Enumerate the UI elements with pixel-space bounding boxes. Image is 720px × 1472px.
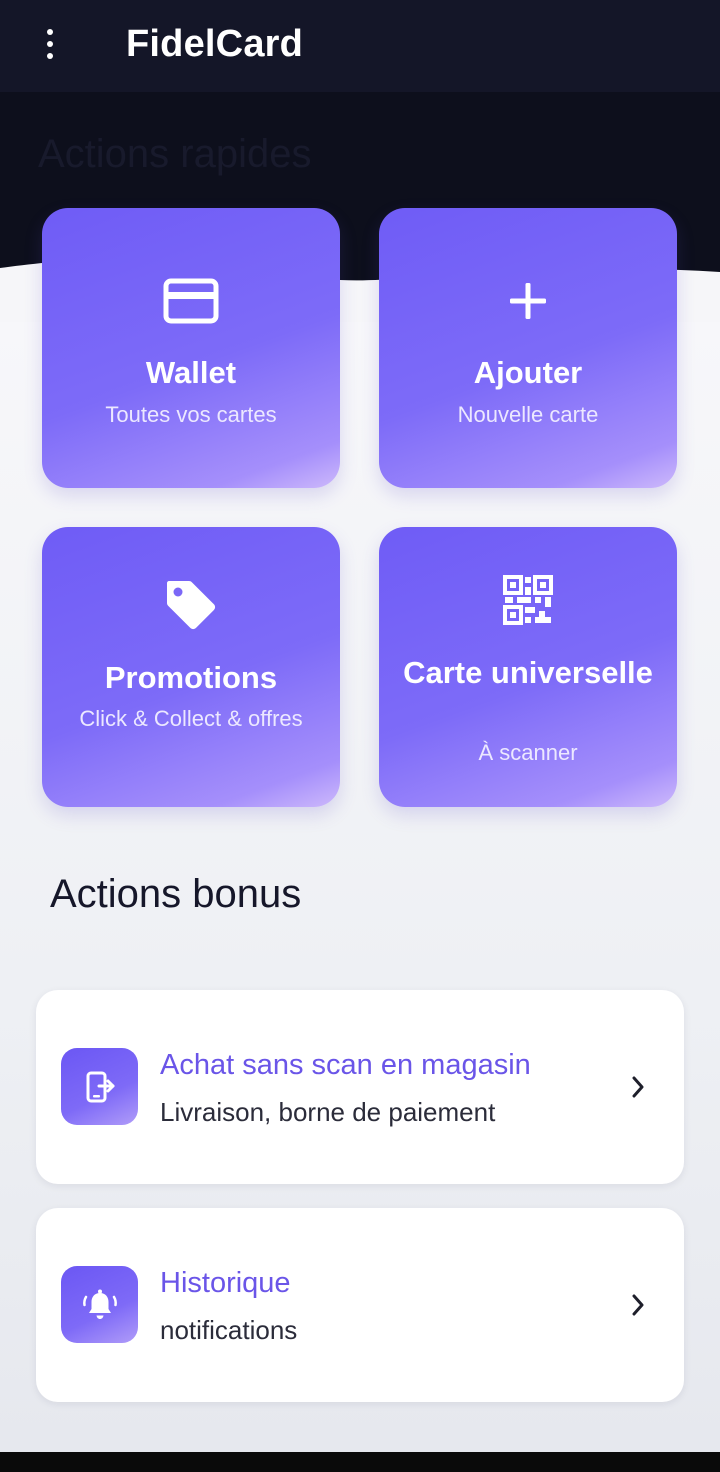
add-card-title: Ajouter	[473, 355, 583, 390]
bonus-actions-title: Actions bonus	[50, 872, 302, 916]
bell-ringing-icon	[61, 1266, 138, 1343]
bonus-item-scanless-purchase[interactable]: Achat sans scan en magasin Livraison, bo…	[36, 990, 684, 1184]
bonus-item-subtitle: notifications	[160, 1315, 298, 1345]
app-title: FidelCard	[126, 23, 304, 65]
add-card-tile[interactable]: Ajouter Nouvelle carte	[379, 208, 677, 488]
wallet-title: Wallet	[145, 355, 237, 390]
tag-icon	[161, 575, 221, 640]
wallet-subtitle: Toutes vos cartes	[105, 402, 277, 427]
more-vertical-icon-dot-3	[47, 53, 53, 59]
credit-card-icon	[163, 278, 219, 329]
promotions-tile[interactable]: Promotions Click & Collect & offres	[42, 527, 340, 807]
qr-code-icon	[503, 575, 553, 630]
more-vertical-icon	[47, 29, 53, 35]
add-card-subtitle: Nouvelle carte	[457, 402, 599, 427]
universal-card-subtitle: À scanner	[478, 740, 578, 765]
plus-icon	[507, 280, 549, 327]
chevron-right-icon	[628, 1074, 648, 1100]
bonus-item-title: Achat sans scan en magasin	[160, 1049, 531, 1081]
promotions-title: Promotions	[104, 660, 278, 695]
phone-exit-icon	[61, 1048, 138, 1125]
bonus-item-subtitle: Livraison, borne de paiement	[160, 1097, 496, 1127]
bonus-item-notification-history[interactable]: Historique notifications	[36, 1208, 684, 1402]
bonus-item-title: Historique	[160, 1267, 291, 1299]
chevron-right-icon	[628, 1292, 648, 1318]
more-options-button[interactable]	[28, 20, 72, 68]
universal-card-tile[interactable]: Carte universelle À scanner	[379, 527, 677, 807]
more-vertical-icon-dot-2	[47, 41, 53, 47]
system-navigation-bar	[0, 1452, 720, 1472]
universal-card-title: Carte universelle	[403, 655, 653, 690]
app-bar: FidelCard	[0, 0, 720, 92]
promotions-subtitle: Click & Collect & offres	[79, 706, 303, 731]
quick-actions-title: Actions rapides	[38, 132, 312, 176]
wallet-tile[interactable]: Wallet Toutes vos cartes	[42, 208, 340, 488]
